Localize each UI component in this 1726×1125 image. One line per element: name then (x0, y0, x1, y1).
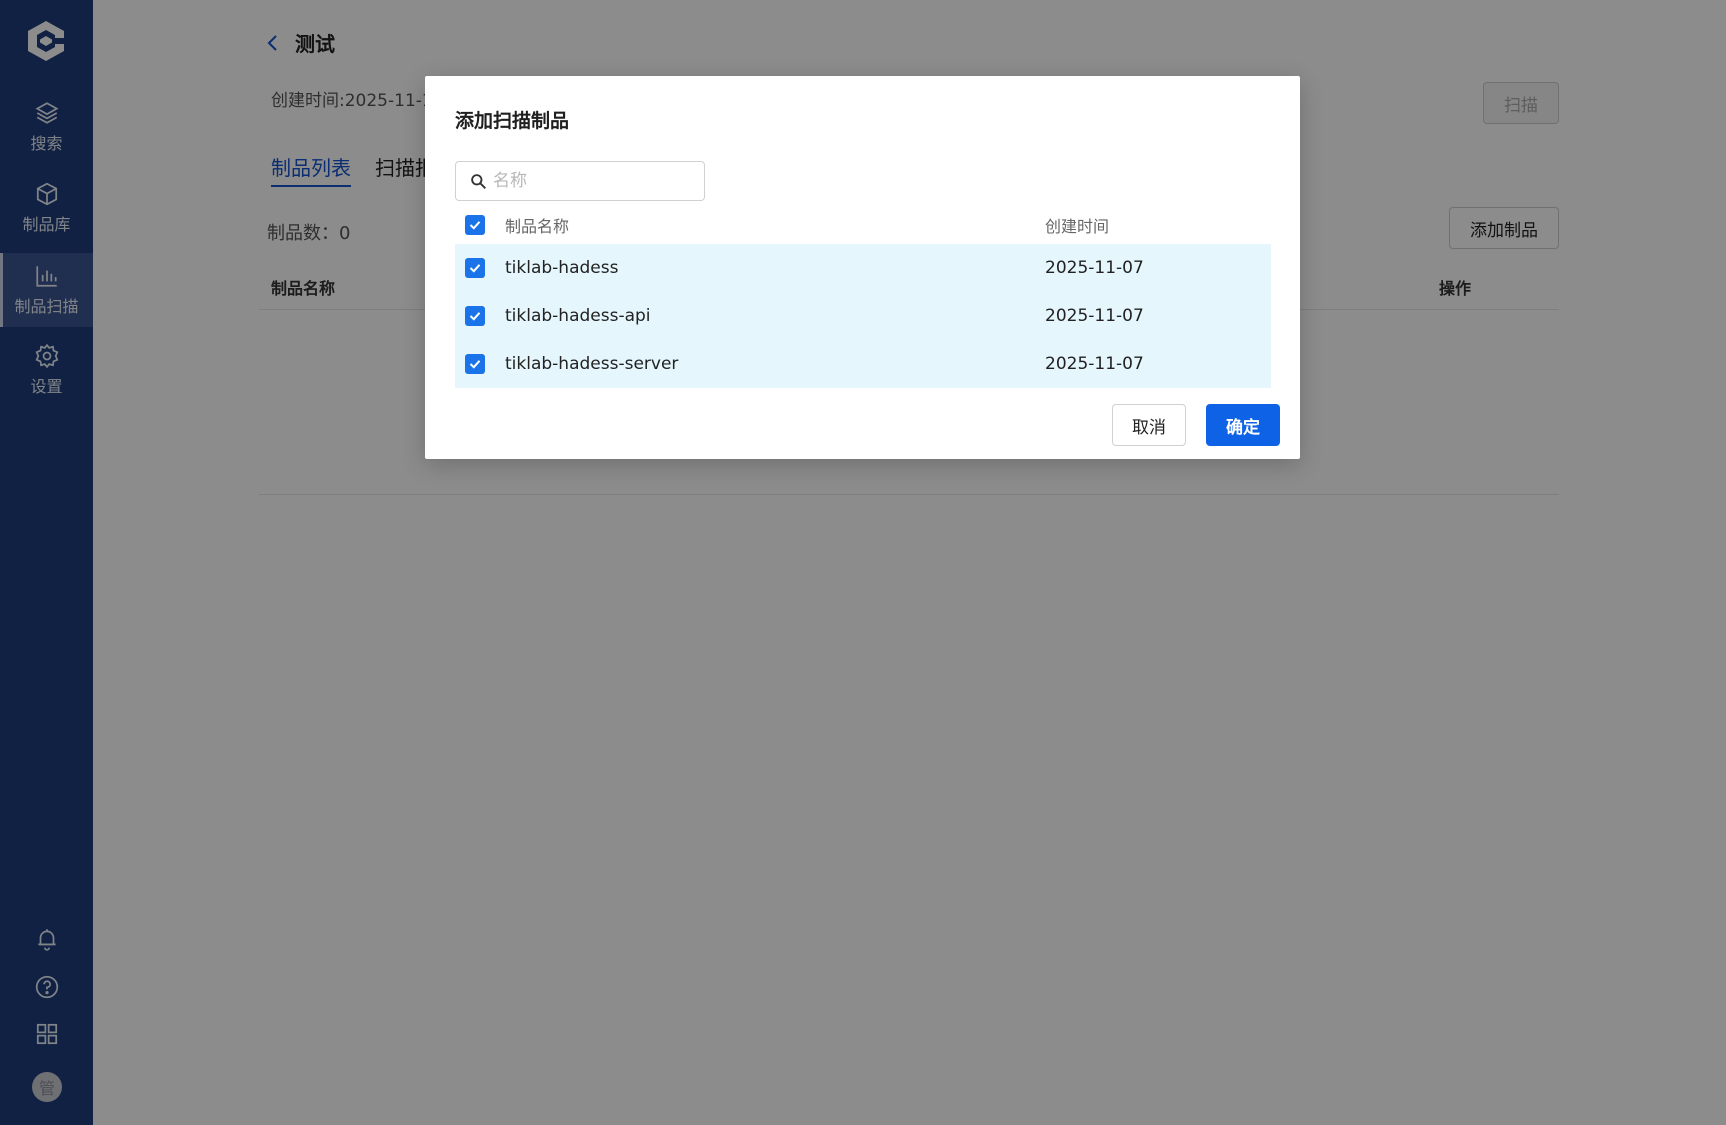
search-box[interactable] (455, 161, 705, 201)
artifact-time: 2025-11-07 (1045, 354, 1144, 374)
artifact-name: tiklab-hadess-api (505, 306, 651, 326)
table-row[interactable]: tiklab-hadess-server 2025-11-07 (455, 340, 1271, 388)
row-checkbox[interactable] (465, 354, 485, 374)
column-header-time: 创建时间 (1045, 217, 1110, 236)
table-header-row: 制品名称 创建时间 (455, 206, 1271, 244)
check-icon (469, 221, 481, 230)
column-header-name: 制品名称 (505, 217, 570, 236)
check-icon (469, 264, 481, 273)
dialog-title: 添加扫描制品 (455, 110, 570, 132)
search-input[interactable] (493, 171, 693, 191)
artifact-time: 2025-11-07 (1045, 306, 1144, 326)
confirm-button[interactable]: 确定 (1206, 404, 1280, 446)
add-scan-artifact-dialog: 添加扫描制品 制品名称 创建时间 tiklab-hadess 2025-11-0… (425, 76, 1300, 459)
table-row[interactable]: tiklab-hadess 2025-11-07 (455, 244, 1271, 292)
artifact-time: 2025-11-07 (1045, 258, 1144, 278)
artifact-name: tiklab-hadess (505, 258, 619, 278)
row-checkbox[interactable] (465, 306, 485, 326)
artifact-name: tiklab-hadess-server (505, 354, 679, 374)
check-icon (469, 312, 481, 321)
select-all-checkbox[interactable] (465, 215, 485, 235)
row-checkbox[interactable] (465, 258, 485, 278)
table-row[interactable]: tiklab-hadess-api 2025-11-07 (455, 292, 1271, 340)
cancel-button[interactable]: 取消 (1112, 404, 1186, 446)
search-icon (471, 173, 486, 189)
artifact-table: 制品名称 创建时间 tiklab-hadess 2025-11-07 tikla… (455, 206, 1271, 388)
check-icon (469, 360, 481, 369)
